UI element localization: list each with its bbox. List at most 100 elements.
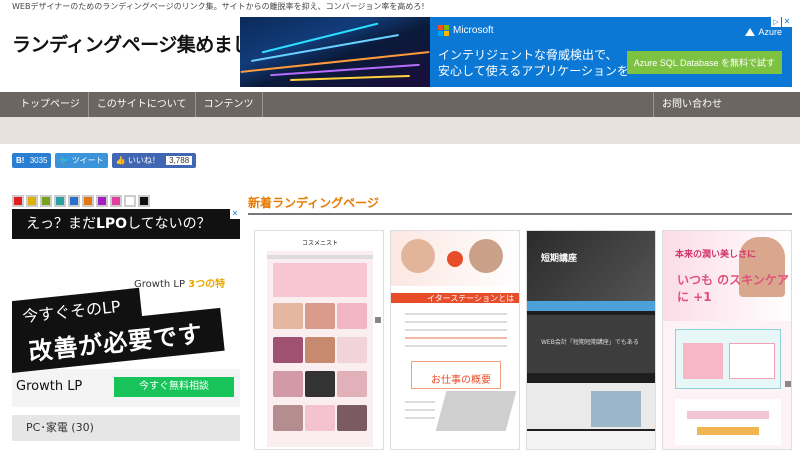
lp-thumbnail-2[interactable]: イターステーションとは お仕事の概要 [390, 230, 520, 450]
thumbnail-hero [273, 263, 367, 297]
color-filter [12, 195, 150, 207]
sidebar-ad-body: Growth LP 3つの特 今すぐそのLP 改善が必要です [12, 239, 240, 374]
tweet-button[interactable]: 🐦 ツイート [55, 153, 108, 168]
thumbnail-band [675, 399, 781, 445]
thumbnail-photo [337, 405, 367, 431]
ad-image [240, 17, 430, 87]
thumbnail-photo [273, 303, 303, 329]
color-swatch[interactable] [110, 195, 122, 207]
thumbnail-caption: WEB会計「短期短期講座」でもある [541, 339, 639, 346]
thumbnail-text [405, 321, 507, 323]
thumbnail-text [405, 313, 507, 315]
ad-copy-line2: 安心して使えるアプリケーションを [438, 64, 630, 78]
thumbnail-heading: イターステーションとは [427, 294, 515, 303]
nav-item-top[interactable]: トップページ [0, 92, 89, 117]
thumbnail-subheading: お仕事の概要 [431, 375, 491, 386]
sidebar-ad-product-hint: 3つの特 [188, 279, 226, 290]
thumbnail-photo [273, 405, 303, 431]
color-swatch[interactable] [82, 195, 94, 207]
ad-info-icon[interactable]: ▷ [771, 17, 781, 27]
microsoft-logo: Microsoft [438, 25, 494, 36]
thumbnail-price [729, 343, 775, 379]
hatena-icon: B! [16, 156, 25, 165]
sidebar-ad-close-icon[interactable]: ✕ [230, 209, 240, 219]
main-nav: トップページ このサイトについて コンテンツ お問い合わせ [0, 92, 800, 117]
thumbnail-photo [305, 337, 335, 363]
thumbnail-bar [527, 301, 655, 311]
ad-copy: インテリジェントな脅威検出で、 安心して使えるアプリケーションを [438, 47, 629, 79]
thumbnail-photo [305, 405, 335, 431]
thumbnail-product [683, 343, 723, 379]
color-swatch[interactable] [68, 195, 80, 207]
site-tagline: WEBデザイナーのためのランディングページのリンク集。サイトからの離脱率を抑え、… [12, 2, 425, 11]
thumbnail-photo [337, 337, 367, 363]
thumbnail-photo [401, 239, 435, 273]
thumbnail-text [697, 427, 759, 435]
color-swatch[interactable] [54, 195, 66, 207]
sidebar-ad[interactable]: えっ？まだLPOしてないの？ Growth LP 3つの特 今すぐそのLP 改善… [12, 209, 240, 407]
ad-content: Microsoft Azure インテリジェントな脅威検出で、 安心して使えるア… [430, 17, 792, 87]
social-buttons: B! 3035 🐦 ツイート 👍 いいね！ 3,788 [12, 153, 197, 168]
thumbnail-text [405, 345, 507, 347]
color-swatch[interactable] [138, 195, 150, 207]
thumbnail-logo: コスメニスト [267, 237, 373, 251]
thumbnail-photo [591, 391, 641, 427]
sidebar-ad-brand: Growth LP [16, 379, 83, 394]
thumbnail-photo [305, 371, 335, 397]
thumbnail-text [405, 401, 435, 403]
sidebar-ad-cta-button[interactable]: 今すぐ無料相談 [114, 377, 234, 397]
like-label: いいね！ [127, 156, 160, 165]
color-swatch[interactable] [96, 195, 108, 207]
hatena-count: 3035 [29, 156, 48, 165]
thumbnail-text [405, 417, 435, 419]
thumbs-up-icon: 👍 [115, 156, 126, 165]
thumbnail-photo [337, 303, 367, 329]
microsoft-icon [438, 25, 449, 36]
thumbnail-text [405, 409, 435, 411]
nav-item-contents[interactable]: コンテンツ [196, 92, 263, 117]
sidebar-ad-header-c: してないの？ [127, 216, 211, 232]
lp-thumbnail-4[interactable]: 本来の潤い美しさに いつも のスキンケアに +1 [662, 230, 792, 450]
section-divider [248, 213, 792, 215]
top-banner-ad[interactable]: Microsoft Azure インテリジェントな脅威検出で、 安心して使えるア… [240, 17, 792, 87]
sub-bar [0, 117, 800, 144]
twitter-icon: 🐦 [59, 156, 70, 165]
thumbnail-big-text: いつも のスキンケアに +1 [677, 273, 789, 304]
color-swatch[interactable] [124, 195, 136, 207]
hatena-bookmark-button[interactable]: B! 3035 [12, 153, 52, 168]
ad-product: Azure [758, 27, 782, 37]
thumbnail-title: 短期講座 [541, 254, 578, 264]
thumbnail-text [405, 329, 507, 331]
scroll-indicator [785, 381, 791, 387]
category-item[interactable]: PC･家電 (30) [12, 415, 240, 441]
lp-thumbnail-3[interactable]: 短期講座 WEB会計「短期短期講座」でもある [526, 230, 656, 450]
like-count: 3,788 [166, 156, 193, 165]
sidebar-ad-header: えっ？まだLPOしてないの？ [12, 209, 240, 239]
color-swatch[interactable] [40, 195, 52, 207]
section-title: 新着ランディングページ [248, 196, 379, 210]
facebook-like-button[interactable]: 👍 いいね！ 3,788 [111, 153, 197, 168]
ad-cta-button[interactable]: Azure SQL Database を無料で試す [626, 51, 782, 74]
thumbnail-text [687, 411, 769, 419]
scroll-indicator [375, 317, 381, 323]
azure-icon [745, 28, 756, 36]
color-swatch[interactable] [26, 195, 38, 207]
lp-thumbnail-1[interactable]: コスメニスト [254, 230, 384, 450]
thumbnail-band [527, 431, 655, 449]
sidebar-ad-product-name: Growth LP [134, 279, 185, 290]
tweet-label: ツイート [71, 156, 104, 165]
sidebar-ad-footer: Growth LP 今すぐ無料相談 [12, 377, 240, 397]
sidebar-ad-product-small: Growth LP 3つの特 [134, 275, 225, 290]
nav-item-contact[interactable]: お問い合わせ [653, 92, 800, 117]
laptop-image [435, 391, 517, 431]
ad-brand: Microsoft [453, 25, 494, 36]
nav-item-about[interactable]: このサイトについて [89, 92, 196, 117]
azure-logo: Azure [745, 27, 782, 37]
thumbnail-photo [273, 337, 303, 363]
thumbnail-photo [337, 371, 367, 397]
thumbnail-bar [267, 255, 373, 259]
color-swatch[interactable] [12, 195, 24, 207]
thumbnail-hero [527, 231, 655, 301]
ad-close-icon[interactable]: ✕ [782, 17, 792, 27]
thumbnail-photo [273, 371, 303, 397]
